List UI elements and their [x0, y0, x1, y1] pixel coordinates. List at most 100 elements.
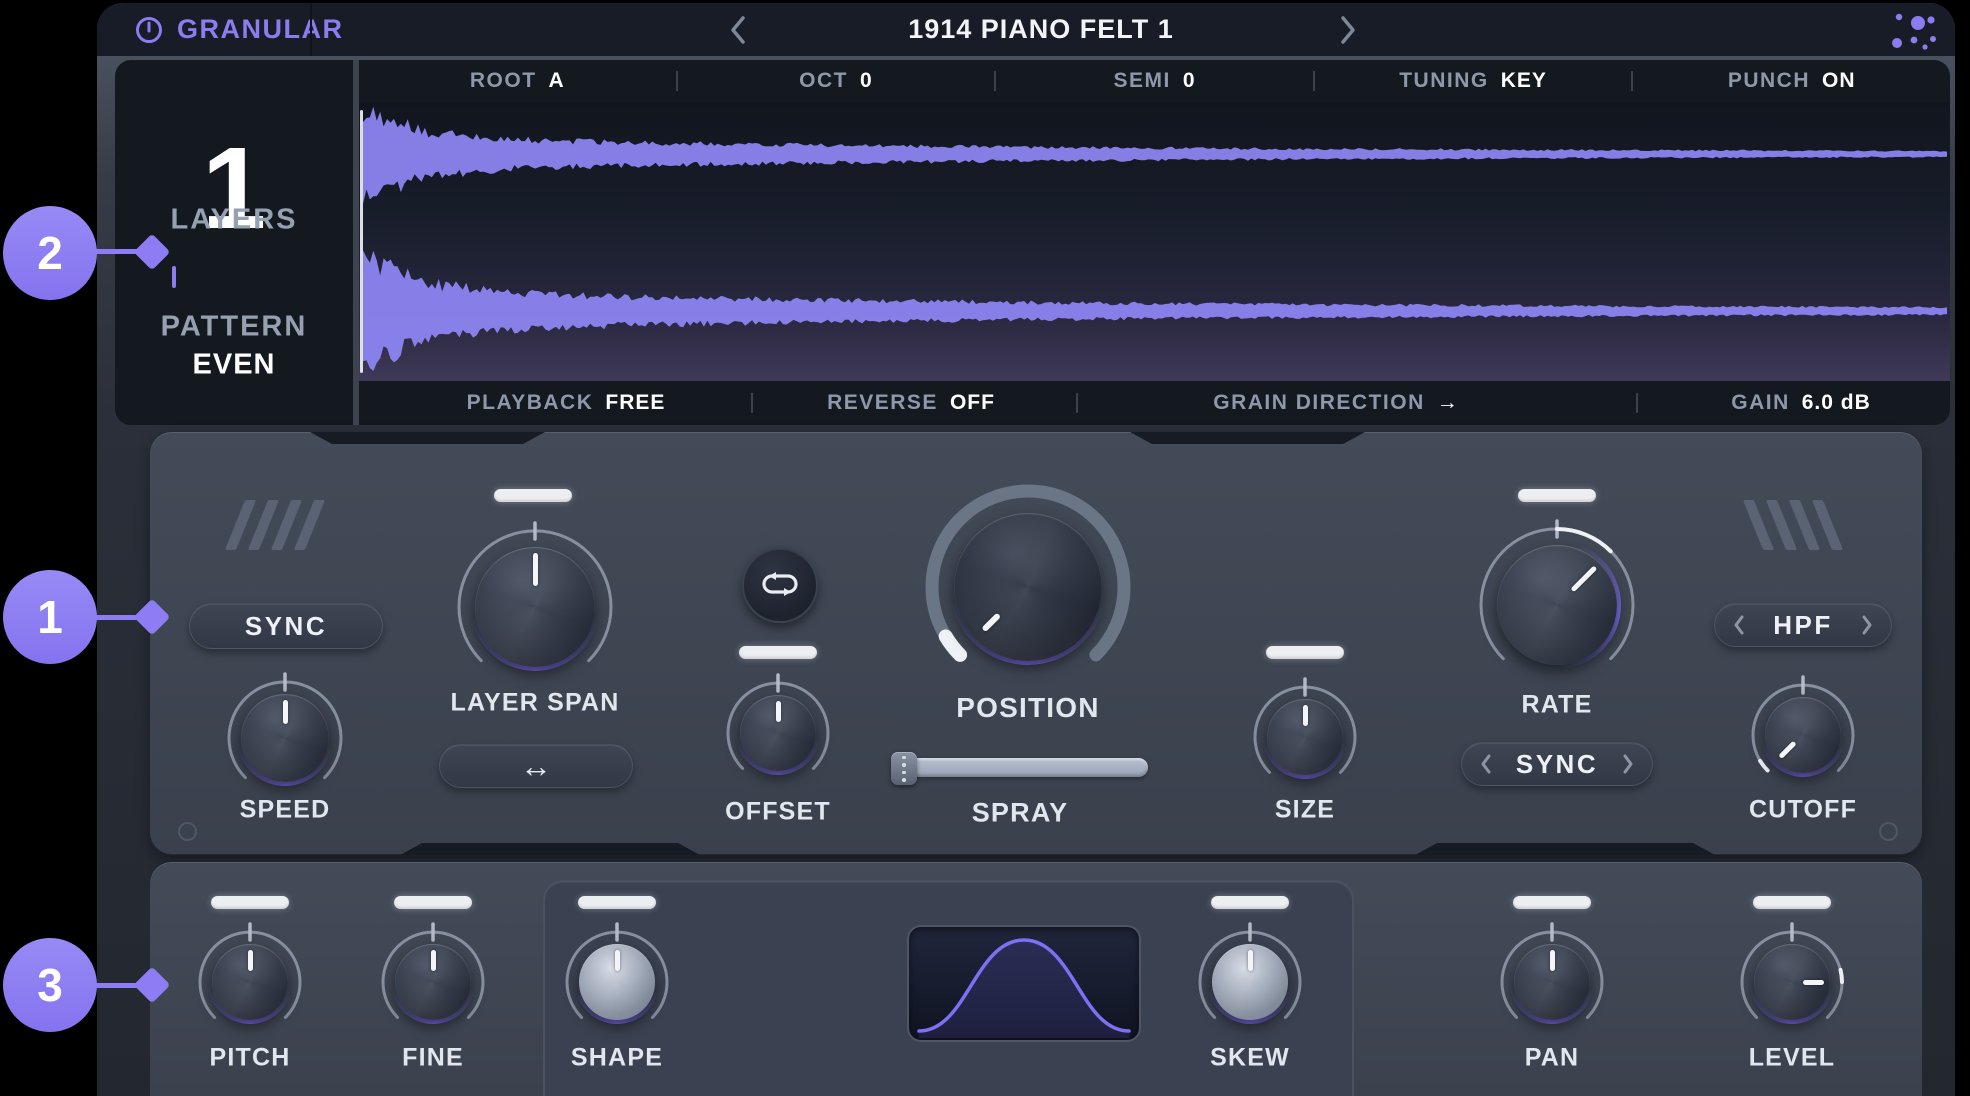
led-indicator [1753, 896, 1831, 909]
granular-dots-icon[interactable] [1887, 9, 1937, 53]
pan-label: PAN [1525, 1044, 1580, 1073]
pitch-knob[interactable] [188, 920, 312, 1044]
screenshot-root: GRANULAR 1914 PIANO FELT 1 1 LAYERS PATT… [0, 0, 1970, 1096]
root-label: ROOT [470, 69, 537, 93]
tuning-label: TUNING [1399, 69, 1489, 93]
pattern-label: PATTERN [161, 311, 308, 344]
spray-slider-handle[interactable] [891, 752, 917, 785]
position-knob[interactable] [920, 479, 1136, 695]
root-setting[interactable]: ROOT A [359, 69, 676, 93]
size-knob[interactable] [1243, 675, 1367, 799]
knob-indicator [241, 694, 329, 782]
filter-mode-value: HPF [1773, 610, 1833, 641]
plugin-header-bar: GRANULAR 1914 PIANO FELT 1 [97, 3, 1955, 56]
gain-value: 6.0 dB [1802, 391, 1871, 415]
rate-label: RATE [1522, 691, 1593, 720]
reverse-value: OFF [950, 391, 995, 415]
tuning-value: KEY [1501, 69, 1547, 93]
shape-label: SHAPE [571, 1044, 663, 1073]
layer-span-knob[interactable] [447, 519, 623, 695]
voice-controls-panel: PITCH FINE SHAPE SKEW PAN LEVEL [150, 862, 1922, 1096]
rate-mode-selector[interactable]: SYNC [1461, 742, 1653, 786]
preset-prev-icon[interactable] [729, 15, 747, 45]
chevron-left-icon[interactable] [1733, 615, 1745, 635]
rate-knob[interactable] [1469, 517, 1645, 693]
screw-icon [1879, 822, 1898, 841]
punch-label: PUNCH [1728, 69, 1810, 93]
chevron-right-icon[interactable] [1861, 615, 1873, 635]
pan-knob[interactable] [1490, 920, 1614, 1044]
semi-value: 0 [1183, 69, 1196, 93]
led-indicator [739, 646, 817, 659]
panel-notch [1415, 843, 1715, 855]
speed-knob[interactable] [217, 670, 353, 806]
skew-knob[interactable] [1188, 920, 1312, 1044]
knob-indicator [1514, 944, 1590, 1020]
waveform-area: ROOT A OCT 0 SEMI 0 TUNING KEY PUNCH O [359, 60, 1950, 425]
tuning-setting[interactable]: TUNING KEY [1315, 69, 1632, 93]
preset-name[interactable]: 1914 PIANO FELT 1 [908, 3, 1174, 56]
oct-setting[interactable]: OCT 0 [678, 69, 995, 93]
layers-label: LAYERS [171, 204, 298, 237]
grain-direction-label: GRAIN DIRECTION [1213, 391, 1425, 415]
preset-next-icon[interactable] [1339, 15, 1357, 45]
knob-indicator [1212, 944, 1288, 1020]
pitch-label: PITCH [210, 1044, 291, 1073]
speed-sync-label: SYNC [245, 611, 327, 642]
layer-span-label: LAYER SPAN [451, 689, 620, 718]
reverse-label: REVERSE [827, 391, 938, 415]
panel-notch [1130, 432, 1365, 444]
waveform-panel: 1 LAYERS PATTERN EVEN ROOT A OCT 0 SEMI … [115, 60, 1950, 425]
grain-controls-panel: SYNC SPEED LAYER SPAN ↔ OFFSET POSITION … [150, 432, 1922, 855]
speed-sync-button[interactable]: SYNC [189, 603, 383, 649]
divider [1636, 393, 1638, 413]
spray-slider[interactable] [893, 758, 1148, 777]
level-knob[interactable] [1730, 920, 1854, 1044]
chevron-left-icon[interactable] [1480, 754, 1492, 774]
waveform-display[interactable] [359, 102, 1950, 381]
pattern-value[interactable]: EVEN [193, 349, 276, 382]
knob-indicator [212, 944, 288, 1020]
punch-value: ON [1822, 69, 1856, 93]
offset-knob[interactable] [716, 671, 840, 795]
grain-shape-curve [909, 927, 1139, 1040]
cutoff-knob[interactable] [1741, 673, 1865, 797]
span-arrow-icon: ↔ [520, 748, 552, 785]
knob-indicator [1267, 699, 1343, 775]
brand-label: GRANULAR [177, 14, 344, 45]
filter-mode-selector[interactable]: HPF [1714, 603, 1892, 647]
semi-label: SEMI [1113, 69, 1170, 93]
knob-indicator [579, 944, 655, 1020]
grain-shape-display [907, 925, 1141, 1042]
gain-setting[interactable]: GAIN 6.0 dB [1731, 391, 1871, 415]
grain-direction-setting[interactable]: GRAIN DIRECTION → [1213, 391, 1459, 415]
chevron-right-icon[interactable] [1622, 754, 1634, 774]
reverse-setting[interactable]: REVERSE OFF [827, 391, 995, 415]
layer-span-mode-button[interactable]: ↔ [439, 744, 633, 788]
knob-indicator [740, 695, 816, 771]
led-indicator [1513, 896, 1591, 909]
power-icon[interactable] [133, 14, 165, 46]
playback-setting[interactable]: PLAYBACK FREE [467, 391, 666, 415]
root-value: A [549, 69, 565, 93]
loop-button[interactable] [742, 547, 818, 623]
divider [1076, 393, 1078, 413]
rate-mode-value: SYNC [1516, 749, 1598, 780]
punch-setting[interactable]: PUNCH ON [1633, 69, 1950, 93]
skew-label: SKEW [1210, 1044, 1290, 1073]
level-label: LEVEL [1749, 1044, 1836, 1073]
playback-label: PLAYBACK [467, 391, 594, 415]
knob-indicator [1754, 944, 1830, 1020]
grain-direction-arrow-icon: → [1437, 391, 1459, 415]
playback-settings-row: PLAYBACK FREE REVERSE OFF GRAIN DIRECTIO… [359, 381, 1950, 425]
knob-indicator [395, 944, 471, 1020]
position-label: POSITION [956, 692, 1099, 724]
header-divider [310, 3, 312, 56]
waveform-graphic [359, 102, 1950, 381]
led-indicator [1518, 489, 1596, 502]
shape-knob[interactable] [555, 920, 679, 1044]
fine-knob[interactable] [371, 920, 495, 1044]
semi-setting[interactable]: SEMI 0 [996, 69, 1313, 93]
slashes-left-icon [235, 500, 315, 550]
led-indicator [1211, 896, 1289, 909]
